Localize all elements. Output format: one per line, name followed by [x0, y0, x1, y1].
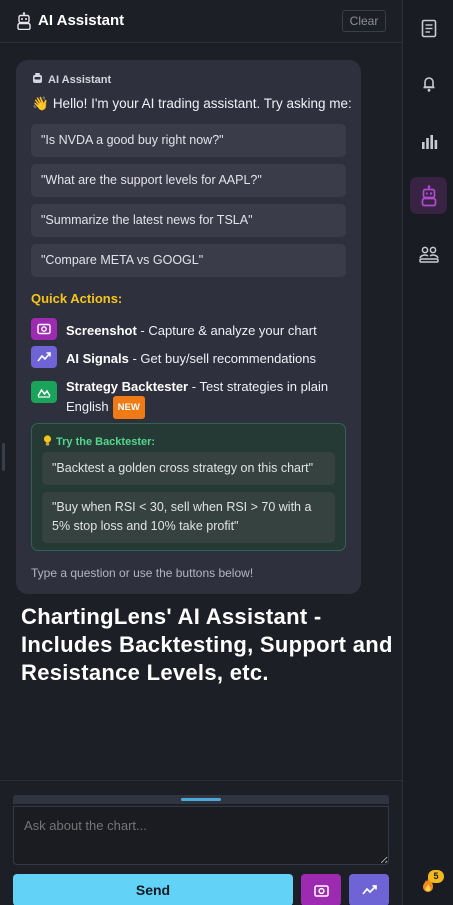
camera-icon: [31, 318, 57, 340]
resize-grip[interactable]: [181, 798, 221, 801]
camera-icon: [313, 884, 329, 897]
resize-handle[interactable]: [2, 443, 5, 471]
input-hint: Type a question or use the buttons below…: [31, 566, 254, 580]
robot-icon: [17, 12, 31, 30]
backtester-suggestion[interactable]: "Buy when RSI < 30, sell when RSI > 70 w…: [42, 492, 335, 543]
new-badge: NEW: [112, 396, 145, 419]
clear-button[interactable]: Clear: [342, 10, 386, 32]
people-icon[interactable]: [417, 242, 441, 266]
backtester-title: Try the Backtester:: [43, 435, 155, 448]
quick-actions-title: Quick Actions:: [31, 291, 123, 306]
chat-input-area: Send: [0, 780, 402, 905]
quick-action-screenshot[interactable]: Screenshot - Capture & analyze your char…: [31, 318, 351, 340]
trend-icon: [361, 885, 377, 895]
send-button[interactable]: Send: [13, 874, 293, 905]
suggestion-chip[interactable]: "Is NVDA a good buy right now?": [31, 124, 346, 157]
promo-caption: ChartingLens' AI Assistant - Includes Ba…: [21, 604, 393, 685]
robot-face-icon: [33, 73, 42, 83]
robot-icon[interactable]: [417, 184, 441, 208]
chat-input[interactable]: [13, 806, 389, 865]
suggestion-chip[interactable]: "Summarize the latest news for TSLA": [31, 204, 346, 237]
suggestion-chip[interactable]: "Compare META vs GOOGL": [31, 244, 346, 277]
backtester-suggestion[interactable]: "Backtest a golden cross strategy on thi…: [42, 452, 335, 485]
notifications-button[interactable]: 5: [420, 870, 444, 895]
waving-hand-icon: 👋: [32, 96, 49, 111]
assistant-message: AI Assistant 👋 Hello! I'm your AI trading…: [16, 60, 361, 594]
assistant-panel: AI Assistant Clear AI Assistant 👋 Hello! …: [0, 0, 402, 905]
bar-chart-icon[interactable]: [417, 129, 441, 153]
bell-icon[interactable]: [417, 72, 441, 96]
side-rail: 5: [402, 0, 453, 905]
mountain-chart-icon: [31, 381, 57, 403]
notification-count: 5: [428, 870, 444, 883]
backtester-panel: Try the Backtester: "Backtest a golden c…: [31, 423, 346, 551]
suggestion-chip[interactable]: "What are the support levels for AAPL?": [31, 164, 346, 197]
greeting: 👋 Hello! I'm your AI trading assistant. T…: [32, 96, 352, 111]
quick-action-strategy-backtester[interactable]: Strategy Backtester - Test strategies in…: [31, 379, 351, 421]
message-sender: AI Assistant: [32, 73, 111, 86]
panel-title: AI Assistant: [38, 12, 125, 29]
ai-signals-button[interactable]: [349, 874, 389, 905]
notes-icon[interactable]: [417, 16, 441, 40]
screenshot-button[interactable]: [301, 874, 341, 905]
trend-icon: [31, 346, 57, 368]
lightbulb-icon: [43, 435, 52, 446]
quick-action-ai-signals[interactable]: AI Signals - Get buy/sell recommendation…: [31, 346, 351, 368]
panel-header: AI Assistant Clear: [0, 0, 402, 43]
input-resize-bar[interactable]: [13, 795, 389, 804]
